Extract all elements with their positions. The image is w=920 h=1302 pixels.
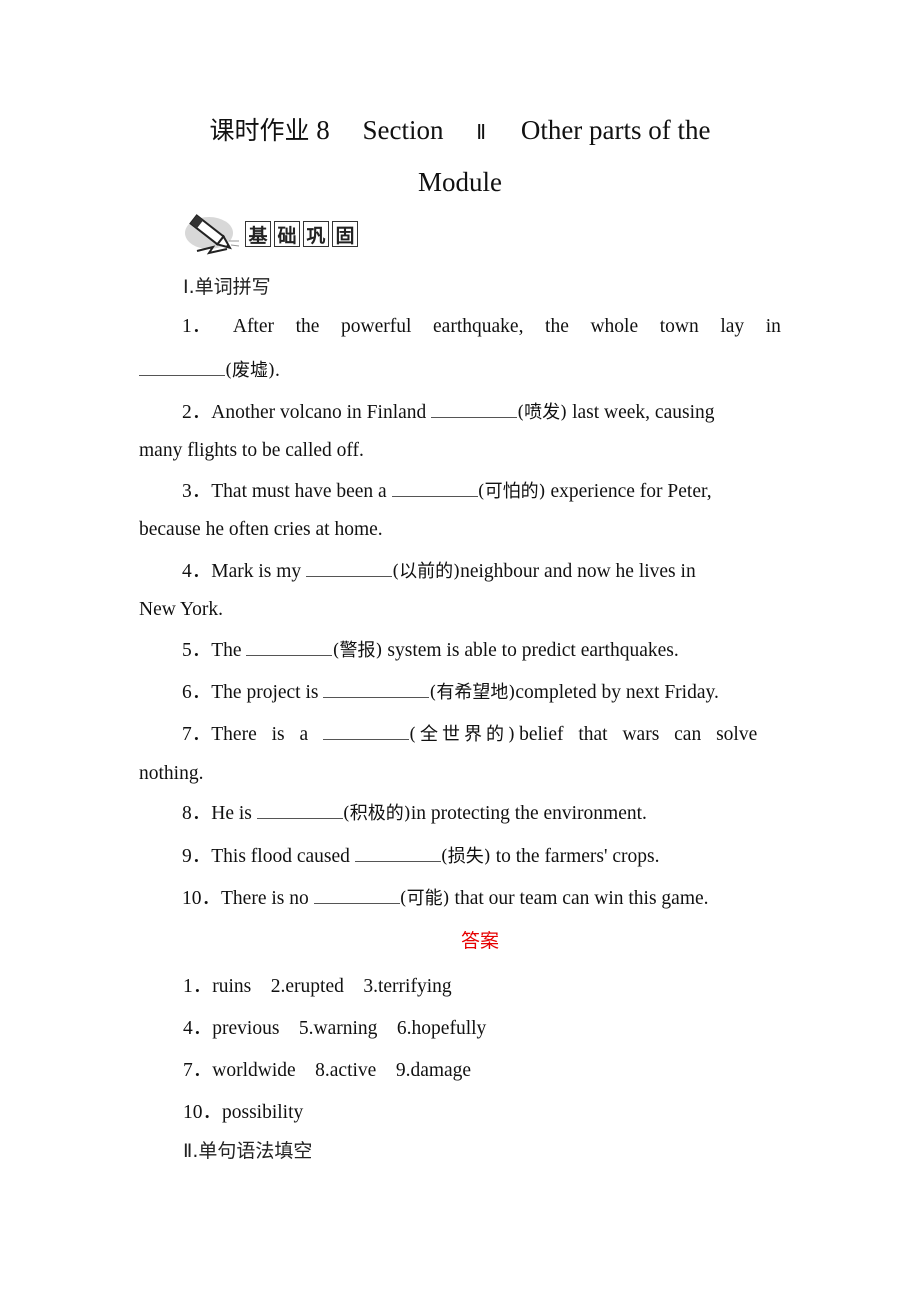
answer-blank[interactable] bbox=[323, 721, 410, 740]
word: whole bbox=[590, 316, 639, 337]
answer-blank[interactable] bbox=[354, 843, 441, 862]
hint: (可怕的) bbox=[477, 481, 546, 502]
word: earthquake, bbox=[433, 316, 524, 337]
text: That must have been a bbox=[211, 481, 392, 502]
text: last week, causing bbox=[567, 402, 715, 423]
hint: (警报) bbox=[332, 640, 383, 661]
title-subtitle: Other parts of the bbox=[520, 115, 711, 145]
section-heading-spelling: Ⅰ.单词拼写 bbox=[183, 276, 271, 298]
question-number: 1． bbox=[182, 316, 212, 337]
badge-char: 巩 bbox=[303, 221, 329, 247]
answer-blank[interactable] bbox=[313, 885, 400, 904]
hint: (全世界的) bbox=[409, 724, 520, 745]
question-3: 3．That must have been a (可怕的) experience… bbox=[139, 478, 824, 504]
question-2: 2．Another volcano in Finland (喷发) last w… bbox=[139, 399, 824, 425]
text: Mark is my bbox=[211, 561, 307, 582]
title-section: Section bbox=[362, 115, 444, 145]
question-number: 8． bbox=[182, 803, 212, 824]
question-3-cont: because he often cries at home. bbox=[139, 519, 383, 540]
badge-label: 基 础 巩 固 bbox=[245, 221, 358, 247]
answer-blank[interactable] bbox=[431, 399, 518, 418]
answer-line: 1．ruins 2.erupted 3.terrifying bbox=[183, 976, 452, 997]
title-roman: Ⅱ bbox=[476, 120, 489, 144]
text: in protecting the environment. bbox=[410, 803, 647, 824]
text: to the farmers' crops. bbox=[490, 846, 660, 867]
hint: (可能) bbox=[399, 888, 450, 909]
text: He is bbox=[211, 803, 257, 824]
question-number: 5． bbox=[182, 640, 212, 661]
hint: (积极的) bbox=[342, 803, 411, 824]
hint: (喷发) bbox=[517, 402, 568, 423]
badge-char: 基 bbox=[245, 221, 271, 247]
question-number: 6． bbox=[182, 682, 212, 703]
text: Another volcano in Finland bbox=[211, 402, 432, 423]
text: experience for Peter, bbox=[545, 481, 712, 502]
question-4: 4．Mark is my (以前的)neighbour and now he l… bbox=[139, 558, 824, 584]
punct: . bbox=[275, 360, 280, 381]
badge-char: 固 bbox=[332, 221, 358, 247]
hint: (损失) bbox=[440, 846, 491, 867]
question-1-cont: (废墟). bbox=[139, 357, 781, 383]
page-title-line2: Module bbox=[418, 167, 502, 197]
word: town bbox=[659, 316, 699, 337]
question-number: 9． bbox=[182, 846, 212, 867]
title-cn: 课时作业 bbox=[209, 116, 310, 145]
text: The project is bbox=[211, 682, 324, 703]
hint: (废墟) bbox=[225, 360, 276, 381]
question-6: 6．The project is (有希望地)completed by next… bbox=[139, 679, 824, 705]
answer-line: 7．worldwide 8.active 9.damage bbox=[183, 1060, 472, 1081]
question-7: 7．There is a (全世界的)belief that wars can … bbox=[139, 721, 824, 747]
hint: (有希望地) bbox=[429, 682, 516, 703]
word: lay bbox=[720, 316, 745, 337]
answer-blank[interactable] bbox=[246, 637, 333, 656]
question-number: 7． bbox=[182, 724, 212, 745]
text: neighbour and now he lives in bbox=[460, 561, 696, 582]
answer-blank[interactable] bbox=[256, 800, 343, 819]
text: system is able to predict earthquakes. bbox=[382, 640, 679, 661]
pencil-icon bbox=[185, 214, 240, 255]
text: The bbox=[211, 640, 247, 661]
title-number: 8 bbox=[316, 115, 330, 145]
answer-blank[interactable] bbox=[139, 357, 225, 376]
word: powerful bbox=[341, 316, 412, 337]
question-number: 4． bbox=[182, 561, 212, 582]
question-number: 3． bbox=[182, 481, 212, 502]
question-number: 10． bbox=[182, 888, 222, 909]
section-heading-grammar: Ⅱ.单句语法填空 bbox=[183, 1140, 313, 1162]
question-5: 5．The (警报) system is able to predict ear… bbox=[139, 637, 824, 663]
text: There is no bbox=[221, 888, 314, 909]
word: After bbox=[232, 316, 275, 337]
question-number: 2． bbox=[182, 402, 212, 423]
page-title: 课时作业 8 Section Ⅱ Other parts of the bbox=[0, 104, 920, 158]
text: that our team can win this game. bbox=[449, 888, 709, 909]
word: the bbox=[295, 316, 320, 337]
question-9: 9．This flood caused (损失) to the farmers'… bbox=[139, 843, 824, 869]
answer-heading: 答案 bbox=[460, 930, 499, 952]
question-4-cont: New York. bbox=[139, 599, 223, 620]
text: completed by next Friday. bbox=[515, 682, 719, 703]
text: This flood caused bbox=[211, 846, 355, 867]
section-badge: 基 础 巩 固 bbox=[183, 213, 358, 255]
answer-blank[interactable] bbox=[306, 558, 393, 577]
answer-line: 10．possibility bbox=[183, 1102, 304, 1123]
question-1: 1． After the powerful earthquake, the wh… bbox=[139, 315, 824, 339]
word: the bbox=[545, 316, 569, 337]
question-2-cont: many flights to be called off. bbox=[139, 440, 364, 461]
text: There is a bbox=[211, 724, 324, 745]
hint: (以前的) bbox=[392, 561, 461, 582]
word: in bbox=[765, 316, 781, 337]
answer-line: 4．previous 5.warning 6.hopefully bbox=[183, 1018, 487, 1039]
question-7-cont: nothing. bbox=[139, 763, 204, 784]
badge-char: 础 bbox=[274, 221, 300, 247]
question-10: 10．There is no (可能) that our team can wi… bbox=[139, 885, 824, 911]
text: belief that wars can solve bbox=[519, 724, 758, 745]
answer-blank[interactable] bbox=[323, 679, 430, 698]
answer-blank[interactable] bbox=[391, 478, 478, 497]
question-8: 8．He is (积极的)in protecting the environme… bbox=[139, 800, 824, 826]
